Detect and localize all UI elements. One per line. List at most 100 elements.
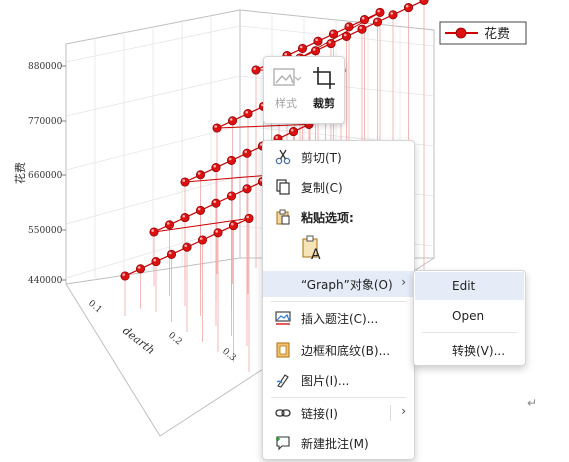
data-point-highlight [312,48,316,51]
data-point [372,17,383,27]
data-point [227,116,238,126]
data-point [135,264,146,274]
data-point [288,127,299,137]
menu-item-copy[interactable]: 复制(C) [263,174,414,200]
data-point [403,3,414,13]
data-point-highlight [275,136,279,139]
submenu-item-edit[interactable]: Edit [415,272,524,300]
submenu-separator [422,332,517,333]
menu-split-divider [390,405,391,421]
data-point [242,148,252,158]
menu-separator [271,397,406,398]
data-point-highlight [299,45,303,49]
x-tick-label: 0.3 [220,347,238,364]
data-point [251,65,261,75]
data-point [357,24,367,34]
data-point-highlight [214,125,217,128]
y-axis-ticks: 880000 770000 660000 550000 440000 [28,62,66,286]
y-tick-label: 440000 [28,276,63,286]
style-button[interactable]: 样式 [268,63,304,113]
menu-item-link[interactable]: 链接(I) › [263,400,414,426]
data-point-highlight [346,24,350,27]
data-point-highlight [228,157,232,161]
data-point [244,213,254,223]
crop-button[interactable]: 裁剪 [306,63,342,113]
data-point-highlight [361,16,365,20]
data-point-highlight [215,230,218,233]
new-comment-icon [276,436,290,451]
data-point [149,227,159,237]
data-point [388,10,398,20]
menu-label-copy: 复制(C) [301,181,343,195]
chart-legend: 花费 [439,21,527,45]
scissors-icon [275,149,291,165]
menu-item-picture[interactable]: 图片(I)... [263,367,414,393]
menu-label-new-comment: 新建批注(M) [301,437,369,451]
paragraph-mark: ↵ [527,396,538,410]
data-point [182,242,192,252]
picture-style-icon [273,68,301,86]
menu-item-graph-object[interactable]: “Graph”对象(O) › [263,271,414,297]
link-icon [275,409,291,417]
y-tick-label: 550000 [28,226,63,236]
data-point [151,257,161,267]
legend-marker [455,27,467,39]
data-point [419,0,429,5]
menu-separator [271,301,406,302]
y-tick-label: 770000 [28,117,63,127]
data-point [313,36,323,46]
menu-item-cut[interactable]: 剪切(T) [263,144,414,170]
data-point-highlight [213,164,216,168]
data-point-highlight [182,214,185,218]
menu-label-insert-caption: 插入题注(C)... [301,312,379,326]
data-point-highlight [315,38,319,42]
menu-item-borders-shading[interactable]: 边框和底纹(B)... [263,337,414,363]
data-point-highlight [197,172,201,175]
data-point [211,163,221,173]
menu-label-borders-shading: 边框和底纹(B)... [301,344,391,358]
x-tick-label: 0.2 [166,331,183,348]
data-point-highlight [245,110,248,114]
data-point [211,198,221,208]
menu-label-cut: 剪切(T) [301,151,342,165]
data-point-highlight [405,4,409,8]
menu-label-link: 链接(I) [301,407,338,421]
submenu-item-convert[interactable]: 转换(V)... [415,335,524,363]
data-point-highlight [168,251,172,255]
menu-label-graph-object: “Graph”对象(O) [301,278,393,292]
copy-icon [276,179,290,195]
data-point [341,31,352,41]
chevron-right-icon: › [401,275,406,289]
data-point-highlight [343,33,347,37]
data-point [180,177,190,187]
crop-icon [313,67,335,89]
submenu-label-open: Open [452,309,485,323]
data-point-highlight [213,200,216,204]
data-point-highlight [328,40,332,44]
data-point [242,184,252,194]
data-point-highlight [182,179,185,182]
data-point [310,46,321,56]
data-point-highlight [377,9,381,13]
paste-keep-text-button[interactable]: A [299,235,327,265]
data-point-highlight [122,273,125,276]
data-point [212,123,222,133]
data-point-highlight [244,186,247,189]
clipboard-icon [276,209,290,225]
legend-label: 花费 [484,26,510,42]
data-point-highlight [184,244,187,248]
chevron-right-icon[interactable]: › [401,404,406,418]
data-point-highlight [197,207,201,211]
data-point [166,249,177,259]
data-point [180,213,190,223]
data-point-highlight [244,150,247,154]
menu-item-insert-caption[interactable]: 插入题注(C)... [263,305,414,331]
data-point [297,43,308,53]
menu-item-new-comment[interactable]: 新建批注(M) [263,430,414,456]
data-point [228,221,239,231]
paste-text-glyph: A [311,247,321,263]
y-axis-title: 花费 [14,162,27,184]
format-picture-icon [276,374,289,388]
data-point-highlight [359,26,363,30]
submenu-item-open[interactable]: Open [415,302,524,330]
